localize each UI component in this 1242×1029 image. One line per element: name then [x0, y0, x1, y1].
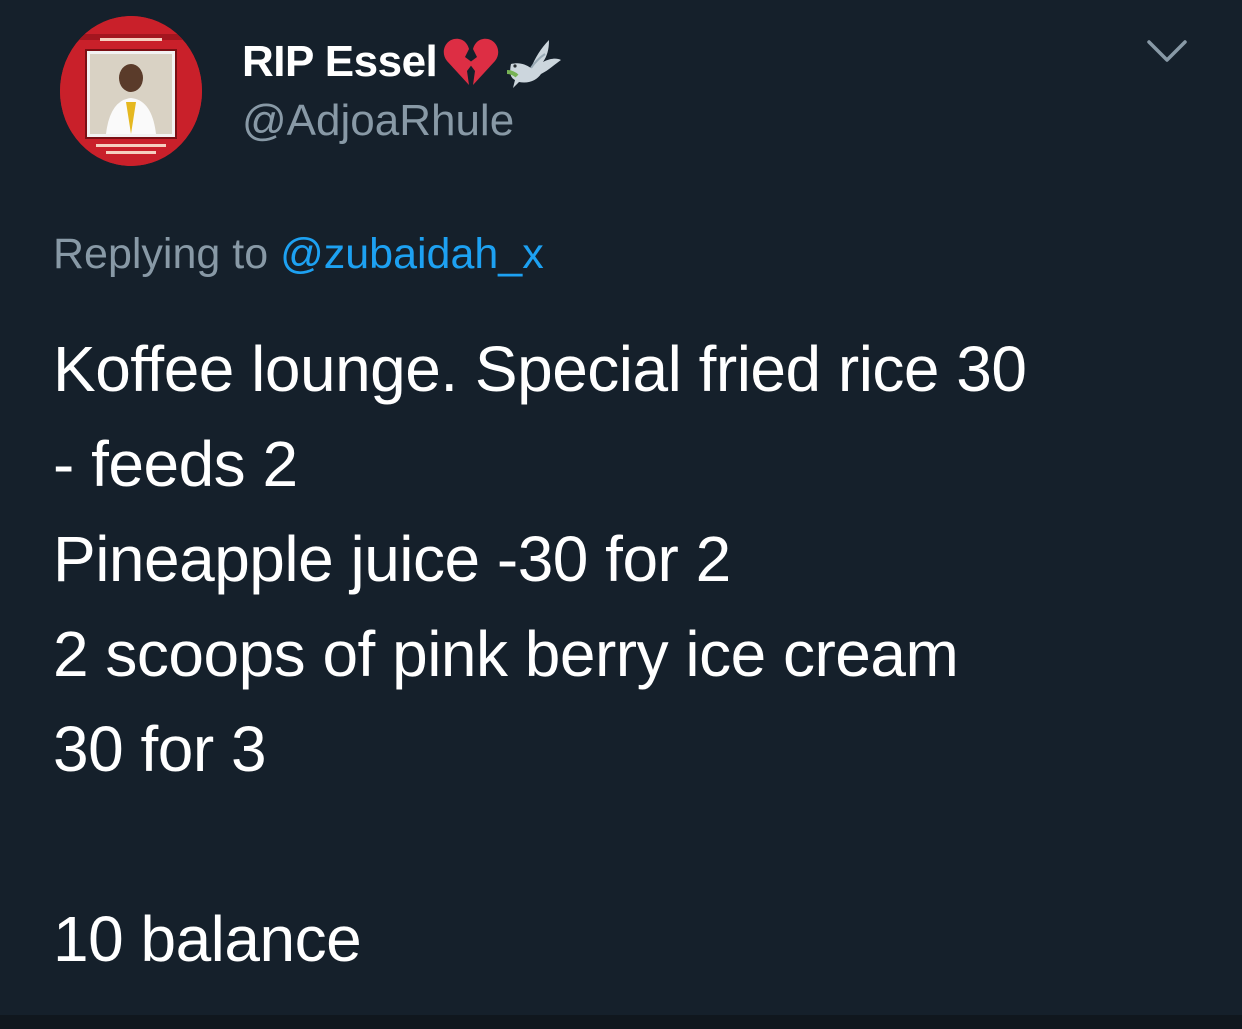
replying-to-label: Replying to [53, 230, 269, 278]
broken-heart-icon [443, 37, 499, 87]
display-name-text: RIP Essel [242, 37, 438, 86]
tweet-text-line: 2 scoops of pink berry ice cream [53, 618, 959, 690]
tweet-text: Koffee lounge. Special fried rice 30 - f… [53, 322, 1203, 987]
tweet-text-line: 10 balance [53, 903, 362, 975]
tweet-text-line: 30 for 3 [53, 713, 267, 785]
tweet-text-line: Pineapple juice -30 for 2 [53, 523, 731, 595]
tweet-card: RIP Essel @AdjoaRhule Replying to @zubai… [0, 0, 1242, 1015]
reply-mention-link[interactable]: @zubaidah_x [280, 230, 544, 278]
dove-icon [505, 34, 563, 90]
bottom-divider [0, 1015, 1242, 1029]
display-name[interactable]: RIP Essel [242, 34, 563, 90]
tweet-text-line: Koffee lounge. Special fried rice 30 [53, 333, 1027, 405]
replying-to: Replying to @zubaidah_x [53, 230, 544, 279]
author-handle[interactable]: @AdjoaRhule [242, 96, 514, 146]
chevron-down-icon[interactable] [1146, 38, 1188, 66]
tweet-text-line: - feeds 2 [53, 428, 298, 500]
memorial-portrait-avatar [60, 16, 202, 166]
avatar[interactable] [60, 16, 202, 166]
